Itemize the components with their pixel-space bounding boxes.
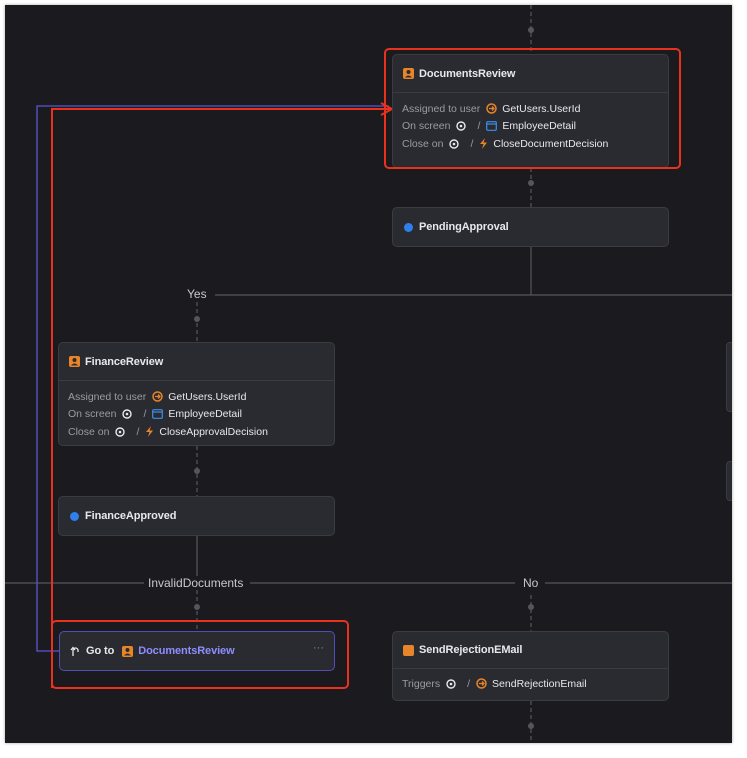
- separator: /: [143, 408, 147, 421]
- ui-flow-icon: [446, 679, 456, 689]
- node-title: FinanceReview: [85, 355, 164, 368]
- assigned-value[interactable]: GetUsers.UserId: [168, 391, 246, 403]
- highlight-documents-review: [384, 48, 681, 169]
- offscreen-node-edge[interactable]: [726, 461, 732, 501]
- node-pending-approval[interactable]: PendingApproval: [392, 207, 669, 247]
- screen-value[interactable]: EmployeeDetail: [168, 408, 242, 420]
- highlight-goto-node: [51, 620, 349, 689]
- offscreen-node-edge[interactable]: [726, 342, 732, 412]
- user-task-icon: [69, 356, 80, 367]
- node-finance-review[interactable]: FinanceReview Assigned to user GetUsers.…: [58, 342, 335, 446]
- edge-label-yes: Yes: [183, 287, 211, 301]
- edge-label-no: No: [519, 576, 543, 590]
- ui-flow-icon: [122, 409, 133, 419]
- close-label: Close on: [68, 425, 110, 438]
- triggers-row: Triggers / SendRejectionEmail: [402, 675, 668, 693]
- on-screen-row: On screen / EmployeeDetail: [68, 406, 334, 424]
- close-value[interactable]: CloseApprovalDecision: [159, 426, 268, 438]
- node-title: SendRejectionEMail: [419, 644, 523, 656]
- lightning-icon: [146, 426, 154, 438]
- status-dot-icon: [404, 222, 413, 232]
- separator: /: [467, 677, 471, 690]
- node-title: FinanceApproved: [85, 510, 177, 522]
- close-on-row: Close on / CloseApprovalDecision: [68, 423, 334, 441]
- screen-window-icon: [152, 409, 164, 420]
- action-call-icon: [152, 391, 163, 402]
- triggers-label: Triggers: [402, 677, 441, 690]
- process-flow-canvas[interactable]: Yes InvalidDocuments No DocumentsReview …: [5, 5, 732, 743]
- separator: /: [136, 425, 140, 438]
- automatic-activity-icon: [403, 644, 414, 656]
- triggers-value[interactable]: SendRejectionEmail: [492, 678, 587, 690]
- status-dot-icon: [70, 511, 79, 521]
- node-finance-approved[interactable]: FinanceApproved: [58, 496, 335, 536]
- screen-label: On screen: [68, 408, 117, 421]
- assigned-label: Assigned to user: [68, 390, 147, 403]
- action-call-icon: [476, 678, 487, 689]
- assigned-to-row: Assigned to user GetUsers.UserId: [68, 388, 334, 406]
- edge-label-invalid-documents: InvalidDocuments: [144, 576, 248, 590]
- node-title: PendingApproval: [419, 221, 509, 233]
- node-send-rejection-email[interactable]: SendRejectionEMail Triggers / SendReject…: [392, 631, 669, 701]
- ui-flow-icon: [115, 427, 126, 437]
